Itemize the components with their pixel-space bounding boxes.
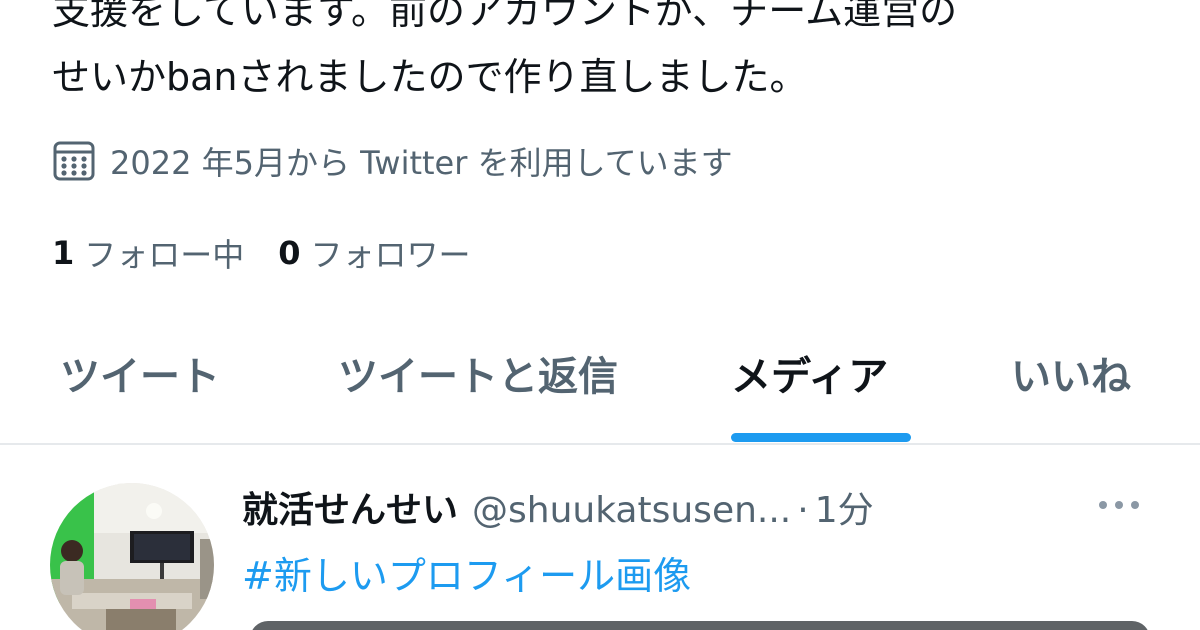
following-label: フォロー中: [84, 236, 245, 274]
follow-stats: 1 フォロー中 0 フォロワー: [52, 228, 505, 278]
followers-count: 0: [278, 234, 301, 272]
tweet-hashtag-link[interactable]: #新しいプロフィール画像: [242, 545, 691, 600]
tweet[interactable]: 就活せんせい @shuukatsusen... · 1分 #新しいプロフィール画…: [0, 445, 1200, 630]
tab-likes[interactable]: いいね: [1011, 344, 1131, 402]
followers-link[interactable]: 0 フォロワー: [278, 230, 470, 276]
tab-tweets[interactable]: ツイート: [60, 344, 220, 402]
bio-line-1: 支援をしています。前のアカウントが、チーム運営の: [52, 0, 958, 33]
avatar[interactable]: [50, 483, 214, 630]
bio-line-2: せいかbanされましたので作り直しました。: [52, 55, 808, 99]
active-tab-indicator: [731, 433, 911, 442]
tweet-media[interactable]: [250, 621, 1150, 630]
profile-tabs: ツイート ツイートと返信 メディア いいね: [0, 330, 1200, 445]
joined-date: 2022 年5月から Twitter を利用しています: [52, 136, 733, 186]
tab-tweets-and-replies[interactable]: ツイートと返信: [338, 344, 618, 402]
more-horizontal-icon[interactable]: [1096, 495, 1142, 515]
following-count: 1: [52, 234, 75, 272]
profile-bio: 支援をしています。前のアカウントが、チーム運営の せいかbanされましたので作り…: [52, 0, 1172, 110]
following-link[interactable]: 1 フォロー中: [52, 230, 244, 276]
tab-media[interactable]: メディア: [731, 344, 888, 402]
profile-page: 支援をしています。前のアカウントが、チーム運営の せいかbanされましたので作り…: [0, 0, 1200, 630]
tweet-author-handle[interactable]: @shuukatsusen...: [472, 490, 791, 531]
tweet-header: 就活せんせい @shuukatsusen... · 1分: [242, 481, 874, 533]
followers-label: フォロワー: [310, 236, 471, 274]
joined-text: 2022 年5月から Twitter を利用しています: [110, 144, 733, 182]
tweet-timestamp[interactable]: 1分: [815, 481, 874, 533]
tweet-author-name[interactable]: 就活せんせい: [242, 481, 458, 533]
tweet-separator: ·: [797, 490, 809, 531]
calendar-icon: [52, 139, 96, 183]
